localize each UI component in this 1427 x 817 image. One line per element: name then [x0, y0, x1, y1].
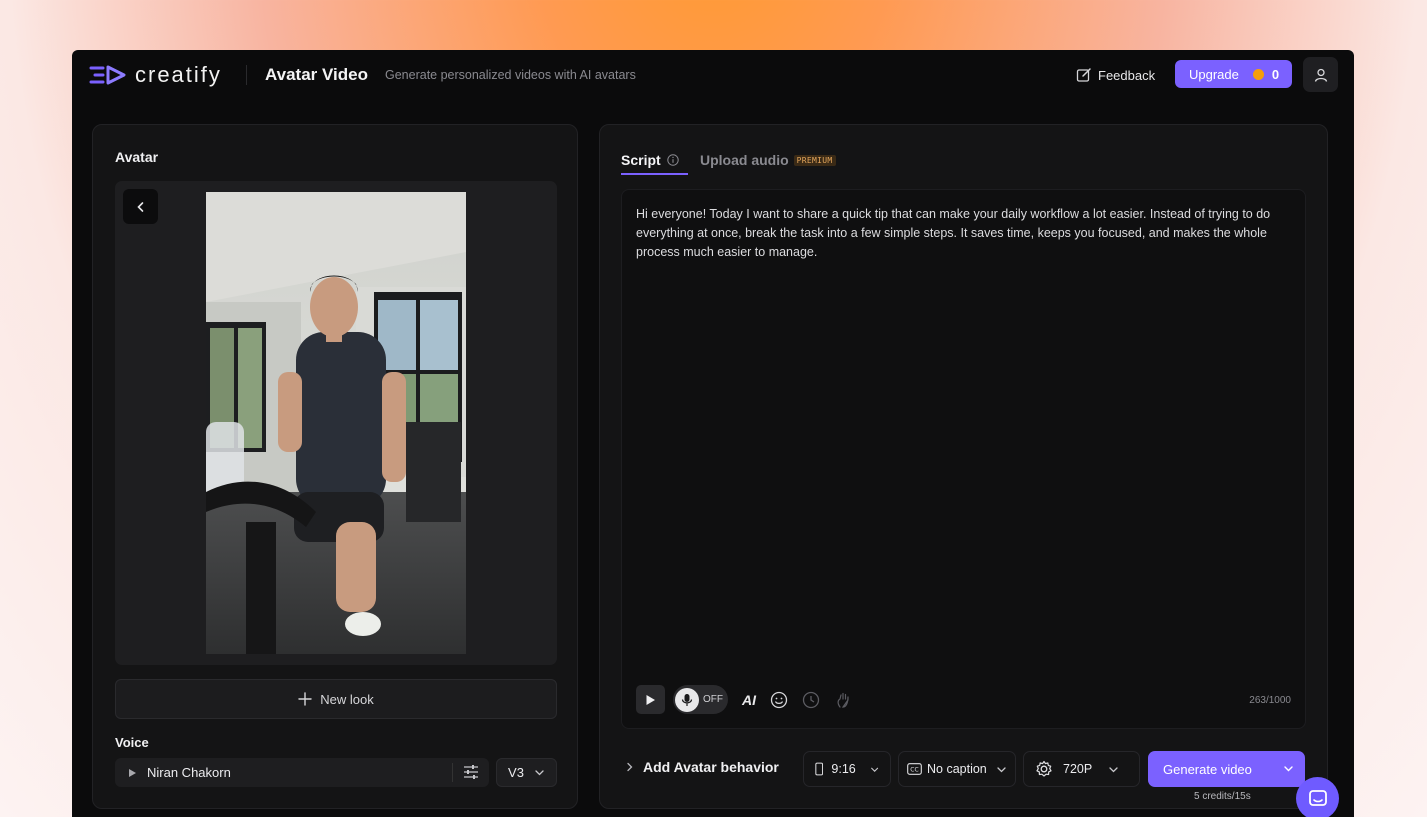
info-icon [666, 154, 679, 166]
top-bar: creatify Avatar Video Generate personali… [72, 50, 1354, 100]
ai-rewrite-button[interactable]: AI [742, 692, 756, 708]
add-avatar-behavior-label: Add Avatar behavior [643, 759, 779, 775]
resolution-select[interactable]: 720P [1023, 751, 1140, 787]
avatar-preview [115, 181, 557, 665]
closed-caption-icon: CC [907, 763, 922, 775]
voice-version-select[interactable]: V3 [496, 758, 557, 787]
script-panel: Script Upload audio PREMIUM Hi everyone!… [599, 124, 1328, 809]
play-icon [646, 694, 655, 705]
emoji-icon[interactable] [770, 691, 788, 709]
generate-video-button[interactable]: Generate video [1148, 751, 1305, 787]
preview-play-button[interactable] [636, 685, 665, 714]
credits-note: 5 credits/15s [1194, 791, 1251, 802]
avatar-panel: Avatar New look Voice Niran Chakorn V3 [92, 124, 578, 809]
voice-divider [452, 763, 453, 782]
upgrade-button[interactable]: Upgrade 0 [1175, 60, 1292, 88]
page-subtitle: Generate personalized videos with AI ava… [385, 68, 636, 82]
user-icon [1314, 68, 1327, 82]
mic-toggle[interactable]: OFF [673, 685, 728, 714]
clock-icon[interactable] [802, 691, 820, 709]
script-editor[interactable]: Hi everyone! Today I want to share a qui… [621, 189, 1306, 729]
chevron-down-icon [1109, 766, 1118, 772]
sliders-icon[interactable] [463, 764, 479, 780]
gesture-icon[interactable] [834, 691, 852, 709]
voice-version-value: V3 [508, 765, 524, 780]
premium-badge: PREMIUM [793, 154, 836, 166]
mic-state-label: OFF [703, 694, 723, 705]
plus-icon [298, 692, 312, 706]
edit-icon [1076, 68, 1091, 82]
caption-value: No caption [927, 762, 987, 776]
chevron-down-icon [997, 766, 1006, 772]
resolution-value: 720P [1063, 762, 1093, 776]
logo-text: creatify [135, 62, 222, 87]
gear-icon [1036, 760, 1052, 777]
tab-script-label: Script [621, 152, 661, 168]
chevron-down-icon[interactable] [1282, 762, 1295, 775]
user-menu-button[interactable] [1303, 57, 1338, 92]
character-count: 263/1000 [1249, 695, 1291, 706]
logo[interactable]: creatify [89, 62, 222, 88]
voice-selector[interactable]: Niran Chakorn [115, 758, 489, 787]
caption-select[interactable]: CC No caption [898, 751, 1016, 787]
svg-text:CC: CC [910, 767, 918, 774]
tab-script[interactable]: Script [621, 152, 679, 168]
new-look-button[interactable]: New look [115, 679, 557, 719]
chevron-right-icon [627, 762, 633, 772]
chevron-down-icon [870, 767, 878, 772]
voice-section-label: Voice [115, 735, 149, 750]
add-avatar-behavior-toggle[interactable]: Add Avatar behavior [625, 759, 779, 775]
tab-active-indicator [621, 173, 688, 175]
script-text[interactable]: Hi everyone! Today I want to share a qui… [636, 205, 1291, 262]
new-look-label: New look [320, 691, 374, 707]
feedback-label: Feedback [1098, 67, 1156, 83]
tab-upload-audio[interactable]: Upload audio PREMIUM [700, 152, 836, 168]
avatar-section-label: Avatar [115, 149, 159, 165]
back-button[interactable] [123, 189, 158, 224]
support-chat-button[interactable] [1296, 777, 1339, 817]
generation-bar: Add Avatar behavior 9:16 CC No caption 7… [621, 751, 1306, 787]
avatar-video-image[interactable] [206, 192, 466, 654]
app-window: creatify Avatar Video Generate personali… [72, 50, 1354, 817]
tab-upload-label: Upload audio [700, 152, 789, 168]
page-title: Avatar Video [265, 65, 368, 84]
script-toolbar: OFF AI [636, 685, 852, 714]
creatify-logo-icon [89, 65, 126, 85]
feedback-button[interactable]: Feedback [1076, 64, 1155, 86]
chevron-left-icon [136, 201, 143, 212]
coin-icon [1252, 68, 1264, 80]
aspect-ratio-value: 9:16 [831, 762, 856, 776]
microphone-icon [675, 687, 699, 712]
chat-icon [1308, 789, 1327, 806]
credit-count: 0 [1271, 66, 1280, 82]
header-divider [246, 65, 247, 85]
play-icon[interactable] [128, 768, 137, 778]
aspect-ratio-select[interactable]: 9:16 [803, 751, 891, 787]
chevron-down-icon [535, 770, 544, 776]
generate-video-label: Generate video [1163, 761, 1252, 777]
upgrade-label: Upgrade [1189, 66, 1239, 82]
voice-name: Niran Chakorn [147, 765, 231, 780]
phone-icon [815, 762, 824, 776]
